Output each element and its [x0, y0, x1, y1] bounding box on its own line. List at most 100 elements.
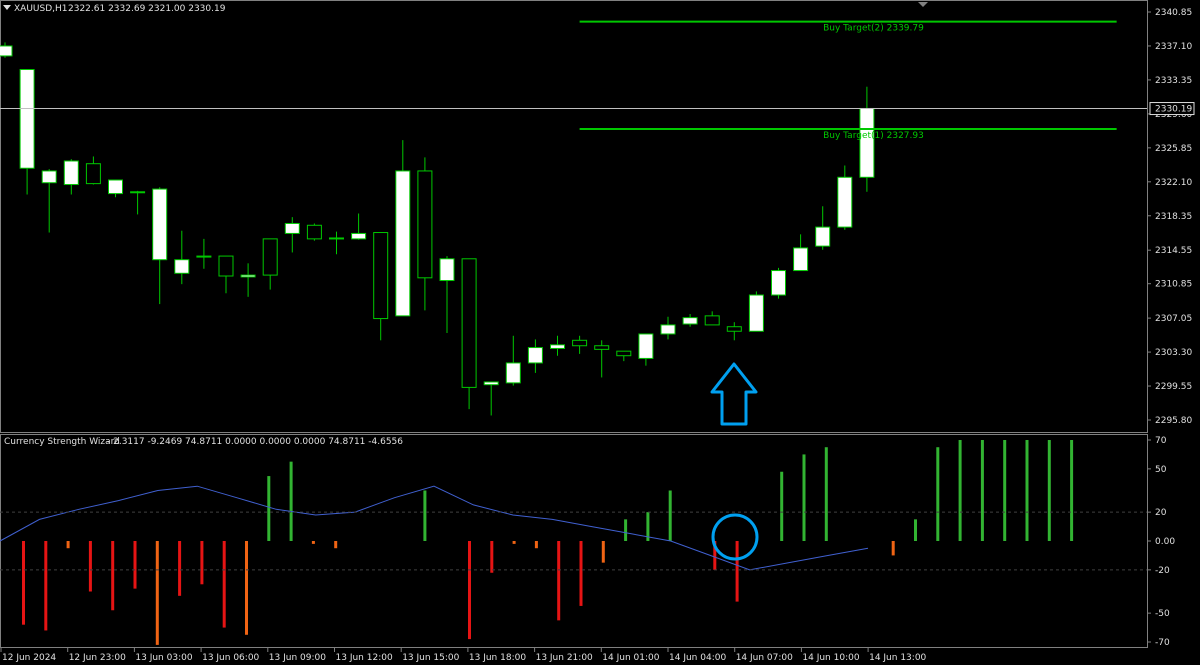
histogram-bar	[423, 490, 427, 541]
candle-body	[550, 344, 565, 349]
price-tick-label: 2333.35	[1155, 76, 1192, 86]
price-tick-label: 2322.10	[1155, 178, 1192, 188]
candle	[306, 223, 322, 241]
candle	[771, 267, 786, 299]
candle-body	[771, 270, 786, 296]
histogram-bar	[601, 541, 605, 563]
candle-body	[196, 255, 212, 258]
time-tick-label: 13 Jun 21:00	[536, 653, 593, 663]
candle	[461, 258, 477, 410]
candle-body	[815, 226, 831, 247]
histogram-bar	[178, 541, 182, 596]
candle-body	[748, 294, 764, 332]
histogram-bar	[200, 541, 204, 585]
time-tick-label: 13 Jun 06:00	[202, 653, 259, 663]
candle-body	[262, 238, 278, 276]
candle-body	[85, 163, 101, 185]
time-tick-label: 13 Jun 09:00	[269, 653, 326, 663]
time-tick-label: 12 Jun 23:00	[69, 653, 126, 663]
price-tick-label: 2299.55	[1155, 382, 1192, 392]
price-tick-label: 2295.80	[1155, 416, 1192, 426]
histogram-bar	[802, 454, 806, 541]
symbol-label: XAUUSD,H1	[14, 4, 68, 14]
indicator-values: - 2.3117 -9.2469 74.8711 0.0000 0.0000 0…	[107, 437, 403, 447]
candle-body	[483, 381, 499, 386]
histogram-bar	[22, 541, 25, 625]
indicator-tick-label: -70	[1155, 638, 1170, 648]
candle-body	[373, 232, 389, 320]
candle-body	[351, 232, 367, 240]
candle-body	[704, 315, 720, 326]
histogram-bar	[311, 541, 315, 544]
candle-body	[0, 45, 13, 57]
candle-body	[130, 191, 146, 194]
price-chart[interactable]: XAUUSD,H1 2322.61 2332.69 2321.00 2330.1…	[0, 0, 1200, 665]
histogram-bar	[468, 541, 471, 640]
histogram-bar	[980, 440, 984, 541]
histogram-bar	[1047, 440, 1051, 541]
candle-body	[660, 324, 676, 335]
ohlc-values: 2322.61 2332.69 2321.00 2330.19	[68, 4, 226, 14]
price-tick-label: 2314.55	[1155, 246, 1192, 256]
time-tick-label: 14 Jun 01:00	[602, 653, 659, 663]
indicator-tick-label: -20	[1155, 566, 1170, 576]
candle-body	[638, 333, 654, 359]
histogram-bar	[289, 461, 293, 541]
candle-body	[726, 326, 742, 332]
indicator-tick-label: 50	[1155, 465, 1167, 475]
histogram-bar	[334, 541, 338, 549]
candle-body	[218, 255, 234, 277]
indicator-tick-label: 70	[1155, 436, 1167, 446]
histogram-bar	[512, 541, 516, 544]
target-label: Buy Target(2) 2339.79	[823, 24, 924, 34]
histogram-bar	[1003, 440, 1007, 541]
target-label: Buy Target(1) 2327.93	[823, 131, 924, 141]
price-tick-label: 2318.35	[1155, 212, 1192, 222]
candle-body	[306, 224, 322, 240]
candle-body	[19, 69, 35, 169]
candle-body	[461, 258, 477, 388]
time-tick-label: 13 Jun 15:00	[402, 653, 459, 663]
price-tick-label: 2307.05	[1155, 314, 1192, 324]
histogram-bar	[245, 541, 248, 635]
histogram-bar	[780, 471, 784, 541]
candle-body	[616, 350, 632, 357]
candle-body	[63, 160, 79, 186]
histogram-bar	[267, 476, 271, 541]
time-tick-label: 13 Jun 03:00	[135, 653, 192, 663]
histogram-bar	[891, 541, 895, 556]
candle-body	[41, 170, 57, 184]
candle-body	[594, 345, 610, 350]
indicator-tick-label: 20	[1155, 508, 1167, 518]
histogram-bar	[668, 490, 672, 541]
candle-body	[417, 170, 433, 279]
candle-body	[108, 179, 123, 195]
candle-body	[682, 317, 698, 325]
time-tick-label: 14 Jun 07:00	[736, 653, 793, 663]
candle-body	[527, 347, 543, 364]
candle-body	[152, 188, 168, 261]
candle-body	[793, 247, 809, 272]
histogram-bar	[1025, 440, 1029, 541]
indicator-tick-label: 0.00	[1155, 537, 1175, 547]
indicator-name: Currency Strength Wizard	[4, 437, 120, 447]
histogram-bar	[490, 541, 494, 573]
candle-body	[439, 258, 455, 282]
price-tick-label: 2337.10	[1155, 42, 1192, 52]
histogram-bar	[958, 440, 962, 541]
candle-body	[329, 237, 344, 240]
histogram-bar	[936, 447, 940, 541]
time-tick-label: 13 Jun 12:00	[336, 653, 393, 663]
time-tick-label: 13 Jun 18:00	[469, 653, 526, 663]
price-tick-label: 2303.30	[1155, 348, 1192, 358]
time-tick-label: 14 Jun 10:00	[802, 653, 859, 663]
histogram-bar	[824, 447, 828, 541]
candle-body	[837, 176, 853, 228]
price-tick-label: 2340.85	[1155, 8, 1192, 18]
candle-body	[859, 107, 875, 178]
histogram-bar	[534, 541, 538, 549]
candle	[748, 291, 764, 332]
time-tick-label: 14 Jun 04:00	[669, 653, 726, 663]
histogram-bar	[222, 541, 226, 628]
indicator-tick-label: -50	[1155, 609, 1170, 619]
